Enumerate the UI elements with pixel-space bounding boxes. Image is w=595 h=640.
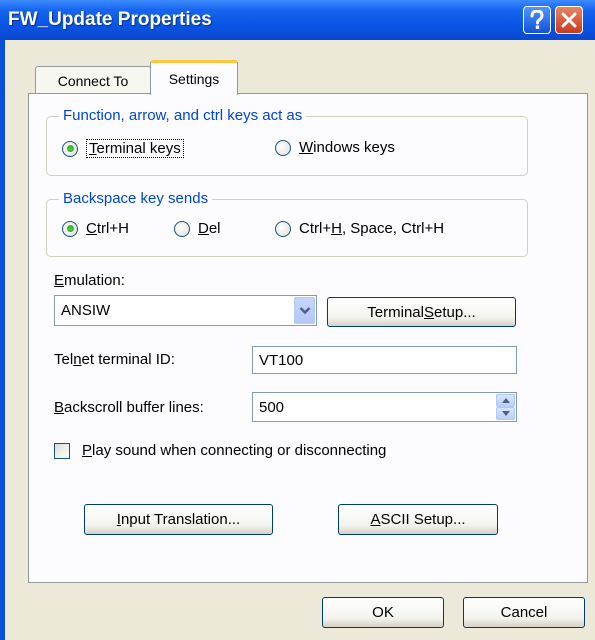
- emulation-select[interactable]: ANSIW: [54, 295, 317, 326]
- chevron-down-icon: [299, 307, 310, 315]
- group-legend: Function, arrow, and ctrl keys act as: [59, 107, 307, 124]
- backscroll-label: Backscroll buffer lines:: [54, 399, 204, 416]
- checkbox-box: [54, 442, 70, 459]
- question-mark-icon: [530, 10, 544, 29]
- spin-down-button[interactable]: [496, 407, 515, 420]
- settings-panel: Function, arrow, and ctrl keys act as Te…: [28, 93, 588, 583]
- radio-label: Del: [198, 220, 221, 237]
- backspace-group: Backspace key sends Ctrl+H Del Ctrl+H, S…: [46, 190, 528, 257]
- radio-label: Ctrl+H: [86, 220, 129, 237]
- spin-buttons: [496, 394, 515, 420]
- radio-selected-dot: [66, 145, 74, 152]
- group-legend: Backspace key sends: [59, 190, 213, 207]
- close-icon: [561, 12, 577, 28]
- radio-button: [174, 220, 190, 237]
- backspace-del-radio[interactable]: Del: [174, 220, 221, 237]
- dropdown-button[interactable]: [294, 297, 315, 324]
- properties-dialog: FW_Update Properties Connect To Settings: [0, 0, 595, 640]
- title-bar[interactable]: FW_Update Properties: [0, 0, 595, 40]
- backscroll-spinbox[interactable]: 500: [252, 392, 517, 422]
- radio-label: Ctrl+H, Space, Ctrl+H: [299, 220, 445, 237]
- telnet-id-value: VT100: [259, 351, 304, 369]
- emulation-label: Emulation:: [54, 272, 125, 289]
- radio-button: [62, 140, 78, 157]
- radio-selected-dot: [66, 225, 74, 232]
- radio-button: [275, 139, 291, 156]
- dialog-client-area: Connect To Settings Function, arrow, and…: [5, 40, 595, 640]
- radio-button: [62, 220, 78, 237]
- chevron-up-icon: [501, 398, 510, 403]
- input-translation-button[interactable]: Input Translation...: [84, 504, 273, 535]
- tab-label: Settings: [168, 71, 220, 87]
- telnet-id-label: Telnet terminal ID:: [54, 351, 175, 368]
- radio-label: Terminal keys: [86, 139, 184, 158]
- backscroll-value: 500: [259, 398, 285, 416]
- tab-label: Connect To: [57, 72, 129, 89]
- close-button[interactable]: [555, 6, 583, 34]
- checkbox-label: Play sound when connecting or disconnect…: [82, 442, 387, 459]
- emulation-value: ANSIW: [61, 302, 111, 319]
- terminal-setup-button[interactable]: Terminal Setup...: [327, 297, 516, 327]
- cancel-button[interactable]: Cancel: [463, 597, 585, 628]
- tab-connect-to[interactable]: Connect To: [35, 66, 151, 94]
- terminal-keys-radio[interactable]: Terminal keys: [62, 139, 184, 158]
- function-keys-group: Function, arrow, and ctrl keys act as Te…: [46, 107, 528, 176]
- radio-button: [275, 220, 291, 237]
- play-sound-checkbox[interactable]: Play sound when connecting or disconnect…: [54, 442, 386, 459]
- ascii-setup-button[interactable]: A SCII Setup...: [338, 504, 498, 535]
- telnet-id-input[interactable]: VT100: [252, 346, 517, 374]
- tab-settings[interactable]: Settings: [150, 60, 238, 95]
- radio-label: Windows keys: [299, 139, 395, 156]
- window-title: FW_Update Properties: [8, 9, 212, 30]
- backspace-ctrl-h-space-radio[interactable]: Ctrl+H, Space, Ctrl+H: [275, 220, 444, 237]
- help-button[interactable]: [523, 6, 551, 34]
- spin-up-button[interactable]: [496, 394, 515, 407]
- ok-button[interactable]: OK: [322, 597, 444, 628]
- backspace-ctrl-h-radio[interactable]: Ctrl+H: [62, 220, 129, 237]
- windows-keys-radio[interactable]: Windows keys: [275, 139, 395, 156]
- chevron-down-icon: [501, 411, 510, 416]
